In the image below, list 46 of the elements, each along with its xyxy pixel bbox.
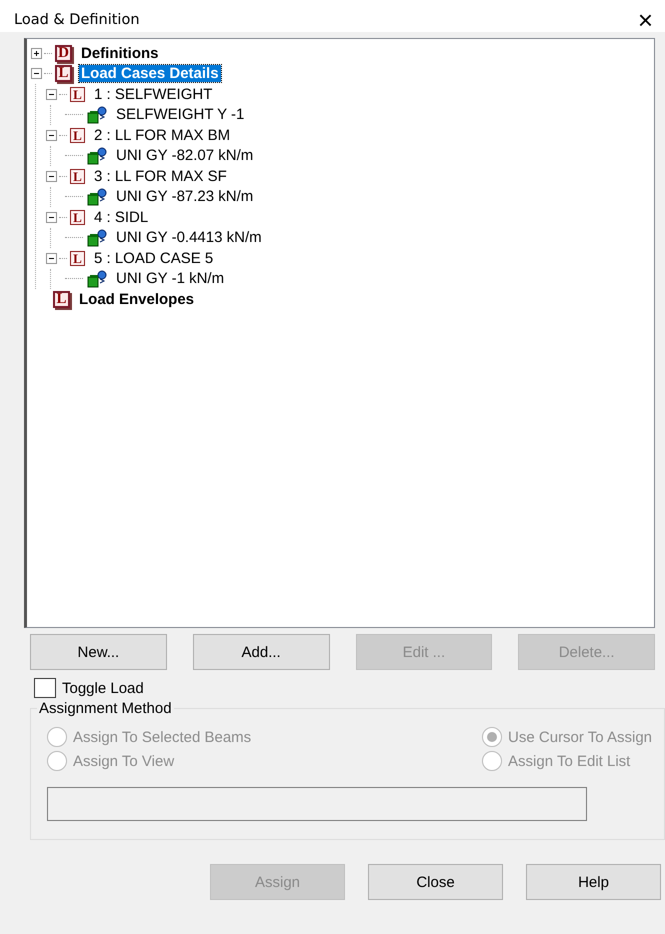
tree-item[interactable]: 2 : LL FOR MAX BM <box>92 126 232 144</box>
tree-action-button[interactable]: Add... <box>192 634 330 670</box>
checkbox-label: Toggle Load <box>62 680 144 696</box>
tree-item[interactable]: 5 : LOAD CASE 5 <box>92 250 216 267</box>
load-case-icon: L <box>70 128 85 143</box>
minus-icon[interactable] <box>31 68 42 80</box>
load-icon <box>86 146 108 165</box>
tree-item[interactable]: 4 : SIDL <box>92 208 150 226</box>
load-icon <box>86 106 108 124</box>
radio-label: Assign To View <box>73 752 174 770</box>
tree-item[interactable]: SELFWEIGHT Y -1 <box>114 106 246 124</box>
tree-item[interactable]: Load Envelopes <box>77 290 196 308</box>
load-case-icon: L <box>70 250 85 266</box>
tree-item[interactable]: UNI GY -87.23 kN/m <box>114 188 256 206</box>
load-icon <box>86 228 108 247</box>
load-case-icon: L <box>70 86 85 102</box>
load-icon <box>86 188 108 206</box>
load-case-icon: L <box>70 210 85 225</box>
radio-label: Assign To Selected Beams <box>73 728 252 746</box>
window-title: Load & Definition <box>14 12 140 28</box>
load-case-icon: L <box>55 65 72 82</box>
minus-icon[interactable] <box>46 88 57 100</box>
tree-item[interactable]: UNI GY -1 kN/m <box>114 270 226 288</box>
tree-action-button[interactable]: New... <box>30 634 167 670</box>
tree-item[interactable]: 3 : LL FOR MAX SF <box>92 168 229 185</box>
dialog-button[interactable]: Help <box>526 864 661 900</box>
radio-label: Assign To Edit List <box>508 752 630 770</box>
load-case-icon: L <box>70 168 85 184</box>
checkbox[interactable] <box>34 678 56 698</box>
close-icon[interactable]: × <box>638 7 653 33</box>
tree-item[interactable]: UNI GY -0.4413 kN/m <box>114 229 264 246</box>
tree-item[interactable]: Definitions <box>79 44 160 62</box>
minus-icon[interactable] <box>46 170 57 182</box>
minus-icon[interactable] <box>46 212 57 223</box>
tree-item[interactable]: Load Cases Details <box>79 65 221 82</box>
load-case-icon: D <box>55 44 72 62</box>
group-title: Assignment Method <box>38 700 173 717</box>
radio-label: Use Cursor To Assign <box>508 728 652 746</box>
minus-icon[interactable] <box>46 252 57 264</box>
load-case-icon: L <box>53 290 70 308</box>
minus-icon[interactable] <box>46 130 57 141</box>
plus-icon[interactable] <box>31 48 42 59</box>
tree-item[interactable]: UNI GY -82.07 kN/m <box>114 147 256 164</box>
tree-item[interactable]: 1 : SELFWEIGHT <box>92 86 214 103</box>
dialog-button[interactable]: Close <box>368 864 503 900</box>
load-icon <box>86 270 108 288</box>
